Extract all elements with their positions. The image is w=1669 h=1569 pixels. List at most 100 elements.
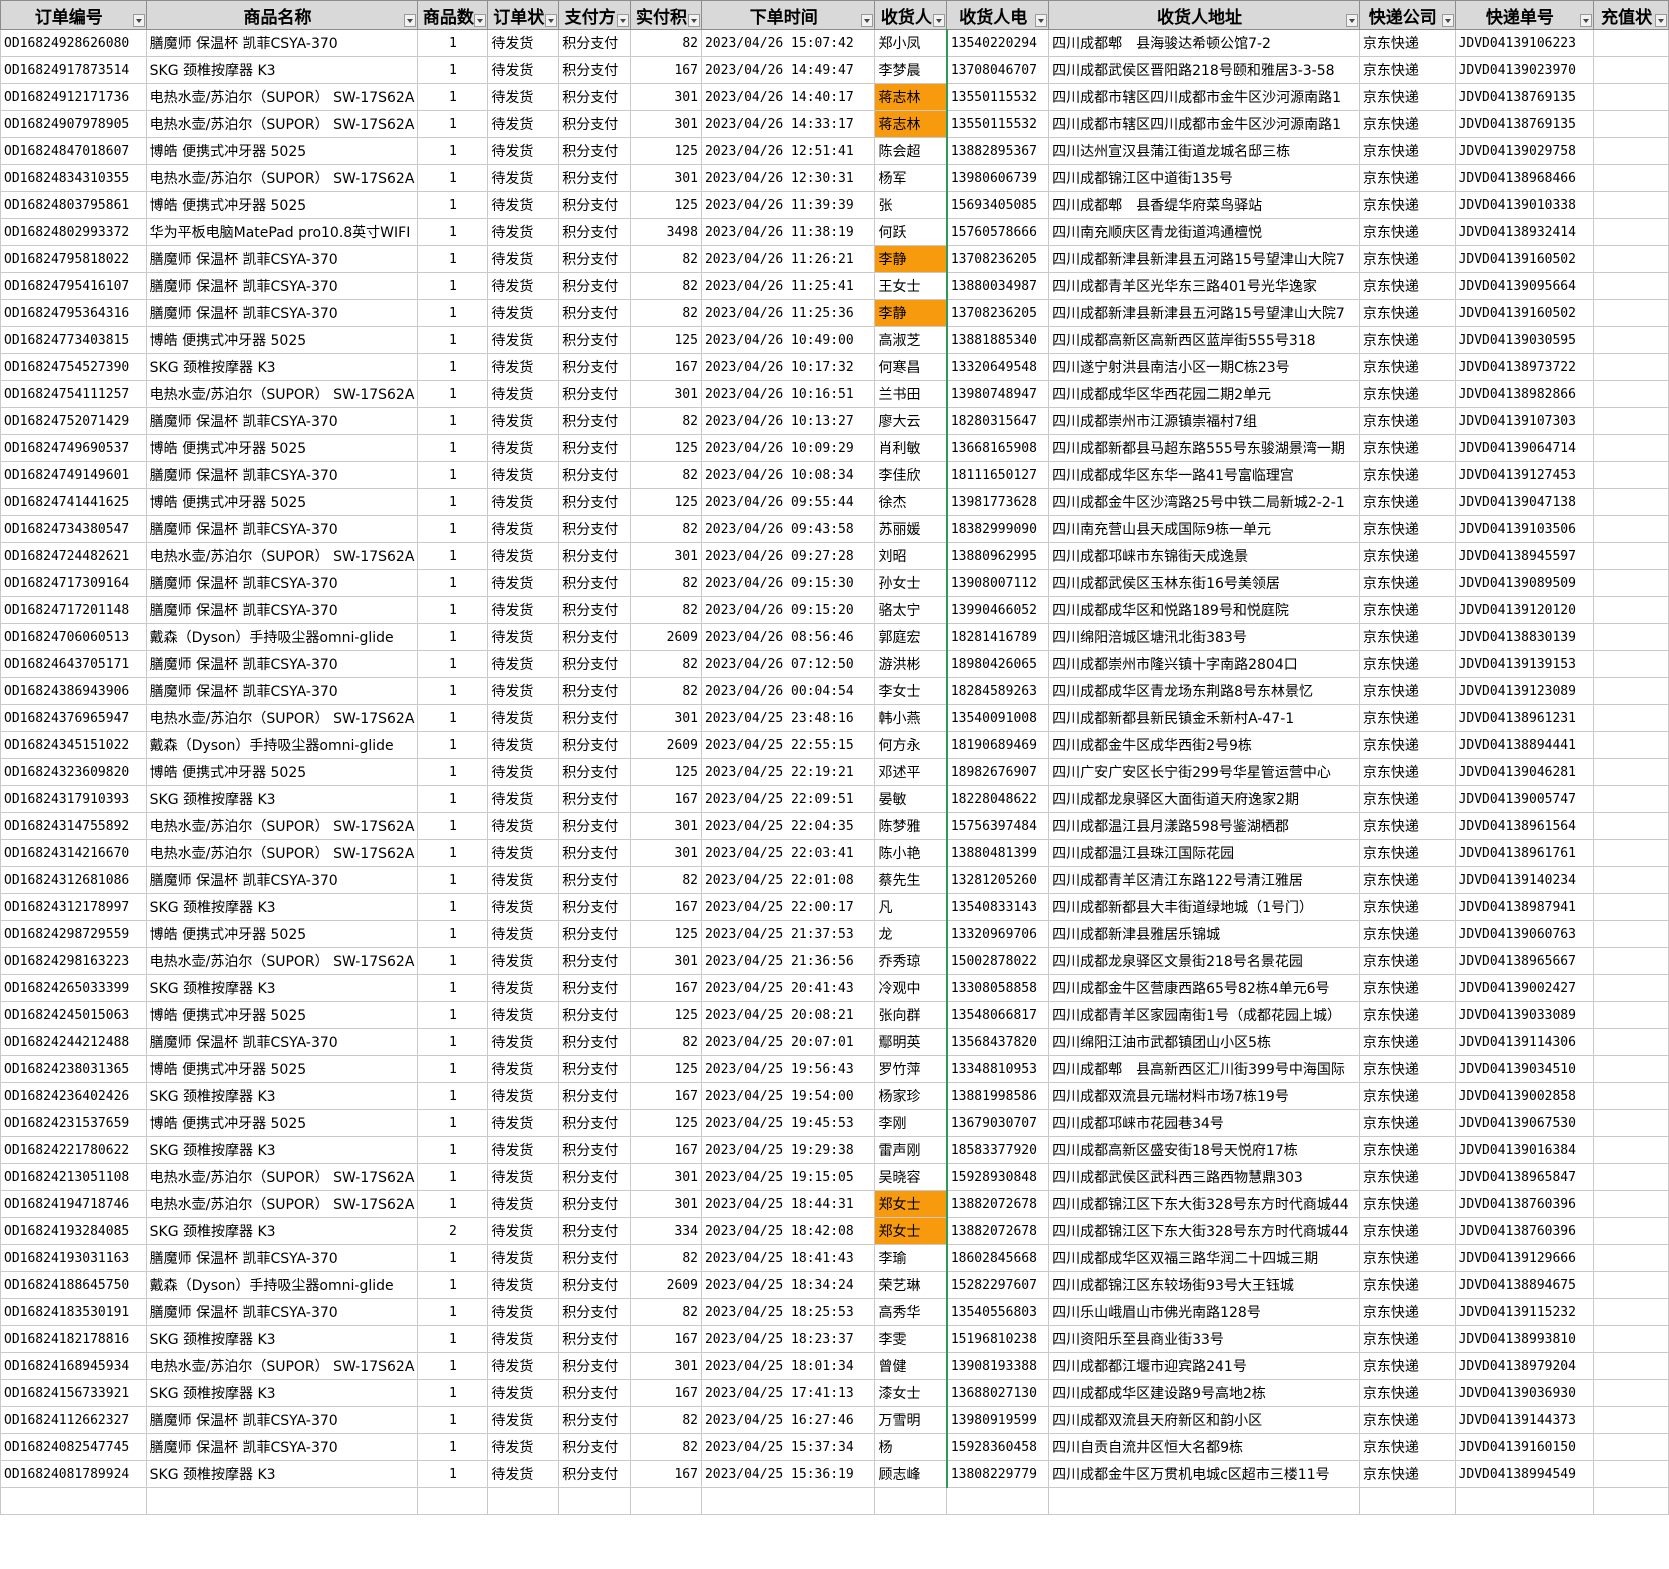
- cell-points-paid[interactable]: 301: [630, 1352, 702, 1380]
- column-header-courier[interactable]: 快递公司: [1358, 0, 1456, 30]
- cell-order-id[interactable]: OD16824912171736: [0, 83, 147, 111]
- cell-order-status[interactable]: 待发货: [487, 596, 560, 624]
- cell-order-id[interactable]: OD16824752071429: [0, 407, 147, 435]
- cell-quantity[interactable]: 2: [417, 1217, 489, 1245]
- cell-quantity[interactable]: 1: [417, 164, 489, 192]
- cell-courier[interactable]: 京东快递: [1358, 1055, 1456, 1083]
- cell-order-time[interactable]: 2023/04/26 10:13:27: [700, 407, 876, 435]
- cell-recipient-address[interactable]: 四川成都武侯区武科西三路西物慧鼎303: [1048, 1163, 1360, 1191]
- cell-order-status[interactable]: 待发货: [487, 218, 560, 246]
- cell-order-status[interactable]: 待发货: [487, 56, 560, 84]
- cell-tracking-number[interactable]: JDVD04139002427: [1454, 974, 1595, 1002]
- cell-order-status[interactable]: 待发货: [487, 677, 560, 705]
- cell-payment-method[interactable]: 积分支付: [558, 326, 632, 354]
- cell-order-id[interactable]: OD16824265033399: [0, 974, 147, 1002]
- cell-quantity[interactable]: 1: [417, 893, 489, 921]
- cell-order-time[interactable]: 2023/04/25 22:19:21: [700, 758, 876, 786]
- cell-recipient-name[interactable]: 高淑芝: [874, 326, 948, 354]
- cell-order-id[interactable]: OD16824741441625: [0, 488, 147, 516]
- cell-order-id[interactable]: OD16824236402426: [0, 1082, 147, 1110]
- cell-recipient-address[interactable]: 四川成都新津县新津县五河路15号望津山大院7: [1048, 299, 1360, 327]
- cell-tracking-number[interactable]: JDVD04139023970: [1454, 56, 1595, 84]
- cell-recipient-phone[interactable]: 13808229779: [945, 1460, 1050, 1488]
- cell-points-paid[interactable]: 82: [630, 866, 702, 894]
- cell-payment-method[interactable]: 积分支付: [558, 947, 632, 975]
- cell-order-status[interactable]: 待发货: [487, 920, 560, 948]
- column-header-recharge-status[interactable]: 充值状: [1593, 0, 1669, 30]
- cell-order-time[interactable]: 2023/04/25 20:08:21: [700, 1001, 876, 1029]
- cell-tracking-number[interactable]: JDVD04139107303: [1454, 407, 1595, 435]
- cell-order-id[interactable]: OD16824795416107: [0, 272, 147, 300]
- cell-order-time[interactable]: 2023/04/25 18:25:53: [700, 1298, 876, 1326]
- cell-tracking-number[interactable]: JDVD04139095664: [1454, 272, 1595, 300]
- cell-quantity[interactable]: 1: [417, 542, 489, 570]
- cell-courier[interactable]: 京东快递: [1358, 326, 1456, 354]
- cell-quantity[interactable]: 1: [417, 1082, 489, 1110]
- filter-dropdown-icon[interactable]: [861, 14, 874, 27]
- cell-payment-method[interactable]: 积分支付: [558, 1271, 632, 1299]
- cell-points-paid[interactable]: 301: [630, 1163, 702, 1191]
- cell-order-status[interactable]: 待发货: [487, 1163, 560, 1191]
- cell-points-paid[interactable]: 82: [630, 245, 702, 273]
- cell-order-status[interactable]: 待发货: [487, 164, 560, 192]
- cell-order-id[interactable]: OD16824907978905: [0, 110, 147, 138]
- cell-tracking-number[interactable]: JDVD04138769135: [1454, 110, 1595, 138]
- cell-product-name[interactable]: SKG 颈椎按摩器 K3: [145, 1217, 419, 1245]
- cell-order-id[interactable]: OD16824194718746: [0, 1190, 147, 1218]
- cell-order-id[interactable]: OD16824231537659: [0, 1109, 147, 1137]
- cell-order-status[interactable]: 待发货: [487, 272, 560, 300]
- column-header-recipient-phone[interactable]: 收货人电: [946, 0, 1050, 30]
- cell-recipient-address[interactable]: 四川广安广安区长宁街299号华星管运营中心: [1048, 758, 1360, 786]
- cell-order-status[interactable]: 待发货: [487, 947, 560, 975]
- cell-product-name[interactable]: SKG 颈椎按摩器 K3: [145, 893, 419, 921]
- cell-payment-method[interactable]: 积分支付: [558, 407, 632, 435]
- cell-points-paid[interactable]: 125: [630, 434, 702, 462]
- cell-points-paid[interactable]: 167: [630, 56, 702, 84]
- cell-order-status[interactable]: 待发货: [487, 650, 560, 678]
- cell-order-id[interactable]: OD16824183530191: [0, 1298, 147, 1326]
- cell-product-name[interactable]: 膳魔师 保温杯 凯菲CSYA-370: [145, 1406, 419, 1434]
- cell-recipient-address[interactable]: 四川成都高新区盛安街18号天悦府17栋: [1048, 1136, 1360, 1164]
- cell-courier[interactable]: 京东快递: [1358, 974, 1456, 1002]
- cell-recipient-name[interactable]: 冷观中: [874, 974, 948, 1002]
- cell-recharge-status[interactable]: [1593, 1298, 1669, 1326]
- cell-recipient-name[interactable]: 凡: [874, 893, 948, 921]
- cell-points-paid[interactable]: 125: [630, 1055, 702, 1083]
- cell-tracking-number[interactable]: JDVD04139064714: [1454, 434, 1595, 462]
- cell-tracking-number[interactable]: JDVD04138961761: [1454, 839, 1595, 867]
- cell-order-time[interactable]: 2023/04/25 20:07:01: [700, 1028, 876, 1056]
- cell-courier[interactable]: 京东快递: [1358, 1190, 1456, 1218]
- cell-points-paid[interactable]: 301: [630, 839, 702, 867]
- cell-courier[interactable]: 京东快递: [1358, 353, 1456, 381]
- cell-recharge-status[interactable]: [1593, 1055, 1669, 1083]
- cell-order-time[interactable]: 2023/04/26 11:39:39: [700, 191, 876, 219]
- cell-payment-method[interactable]: 积分支付: [558, 1163, 632, 1191]
- cell-order-time[interactable]: 2023/04/25 18:41:43: [700, 1244, 876, 1272]
- cell-points-paid[interactable]: 301: [630, 812, 702, 840]
- cell-recharge-status[interactable]: [1593, 1136, 1669, 1164]
- cell-order-time[interactable]: 2023/04/25 19:45:53: [700, 1109, 876, 1137]
- cell-recipient-phone[interactable]: 13688027130: [945, 1379, 1050, 1407]
- cell-order-status[interactable]: 待发货: [487, 1298, 560, 1326]
- cell-recipient-name[interactable]: 鄢明英: [874, 1028, 948, 1056]
- cell-tracking-number[interactable]: JDVD04138968466: [1454, 164, 1595, 192]
- column-header-payment-method[interactable]: 支付方: [558, 0, 632, 30]
- cell-payment-method[interactable]: 积分支付: [558, 569, 632, 597]
- cell-order-status[interactable]: 待发货: [487, 1028, 560, 1056]
- filter-dropdown-icon[interactable]: [545, 14, 558, 27]
- cell-recipient-name[interactable]: 游洪彬: [874, 650, 948, 678]
- cell-product-name[interactable]: 博皓 便携式冲牙器 5025: [145, 1055, 419, 1083]
- cell-order-status[interactable]: 待发货: [487, 1325, 560, 1353]
- cell-recipient-name[interactable]: 陈梦雅: [874, 812, 948, 840]
- cell-points-paid[interactable]: 167: [630, 785, 702, 813]
- cell-product-name[interactable]: 电热水壶/苏泊尔（SUPOR） SW-17S62A: [145, 380, 419, 408]
- cell-product-name[interactable]: SKG 颈椎按摩器 K3: [145, 353, 419, 381]
- cell-quantity[interactable]: 1: [417, 758, 489, 786]
- cell-recipient-name[interactable]: 何跃: [874, 218, 948, 246]
- cell-order-time[interactable]: 2023/04/25 15:37:34: [700, 1433, 876, 1461]
- cell-points-paid[interactable]: 125: [630, 1109, 702, 1137]
- cell-recipient-address[interactable]: 四川成都都江堰市迎宾路241号: [1048, 1352, 1360, 1380]
- cell-order-status[interactable]: 待发货: [487, 1460, 560, 1488]
- cell-payment-method[interactable]: 积分支付: [558, 623, 632, 651]
- cell-tracking-number[interactable]: [1454, 1487, 1595, 1515]
